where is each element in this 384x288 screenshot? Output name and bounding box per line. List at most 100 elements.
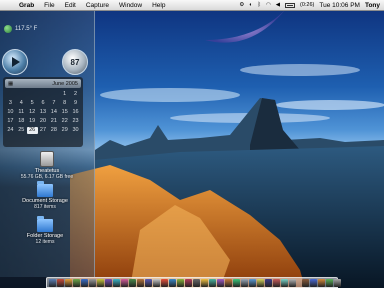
calendar-day[interactable]: 1 <box>59 91 70 98</box>
hard-drive-icon <box>40 151 54 167</box>
dock-app-icon[interactable] <box>326 278 333 287</box>
calendar-grid: 1 2 3 4 5 6 7 8 9 10 11 12 13 14 15 16 17 18 19 20 21 22 23 24 2… <box>5 91 81 134</box>
volume-icon[interactable]: ◀ <box>276 2 280 8</box>
dock-app-icon[interactable] <box>153 278 160 287</box>
dock-app-icon[interactable] <box>49 278 56 287</box>
dock-app-icon[interactable] <box>209 278 216 287</box>
dock-app-icon[interactable] <box>310 278 317 287</box>
dock-app-icon[interactable] <box>161 278 168 287</box>
dock-app-icon[interactable] <box>169 278 176 287</box>
dock-app-icon[interactable] <box>185 278 192 287</box>
calendar-day <box>48 91 59 98</box>
calendar-day[interactable]: 16 <box>70 109 81 116</box>
battery-time: (0:26) <box>299 2 315 8</box>
dock-app-icon[interactable] <box>233 278 240 287</box>
volume-detail: 817 items <box>34 204 56 210</box>
dock-app-icon[interactable] <box>137 278 144 287</box>
bluetooth-icon[interactable]: ᛒ <box>258 2 261 8</box>
calendar-day[interactable]: 29 <box>59 127 70 134</box>
calendar-day[interactable]: 22 <box>59 118 70 125</box>
dock-app-icon[interactable] <box>129 278 136 287</box>
gear-icon[interactable]: ⚙ <box>239 2 244 8</box>
dock <box>46 277 341 288</box>
calendar-icon: ▦ <box>8 80 14 87</box>
dock-app-icon[interactable] <box>145 278 152 287</box>
dock-app-icon[interactable] <box>97 278 104 287</box>
calendar-day <box>27 91 38 98</box>
dock-app-icon[interactable] <box>334 278 341 287</box>
menu-file[interactable]: File <box>39 2 59 9</box>
calendar-day[interactable]: 14 <box>48 109 59 116</box>
calendar-day[interactable]: 25 <box>16 127 27 134</box>
menu-grab[interactable]: Grab <box>14 2 39 9</box>
dock-app-icon[interactable] <box>225 278 232 287</box>
dock-app-icon[interactable] <box>257 278 264 287</box>
dock-app-icon[interactable] <box>113 278 120 287</box>
volume-detail: 55.76 GB, 6.17 GB free <box>20 174 74 180</box>
dock-app-icon[interactable] <box>318 278 325 287</box>
dock-app-icon[interactable] <box>105 278 112 287</box>
calendar-header: ▦ June 2005 <box>5 79 81 88</box>
itunes-play-widget[interactable] <box>2 49 28 75</box>
dock-app-icon[interactable] <box>265 278 272 287</box>
dock-app-icon[interactable] <box>217 278 224 287</box>
sync-icon[interactable]: ◐ <box>249 2 252 8</box>
dock-app-icon[interactable] <box>273 278 280 287</box>
calendar-day[interactable]: 15 <box>59 109 70 116</box>
calendar-day[interactable]: 11 <box>16 109 27 116</box>
calendar-day[interactable]: 2 <box>70 91 81 98</box>
calendar-widget[interactable]: ▦ June 2005 1 2 3 4 5 6 7 8 9 10 11 12 13 14 15 16 17 18 1… <box>3 77 83 147</box>
calendar-day[interactable]: 5 <box>27 100 38 107</box>
dock-app-icon[interactable] <box>241 278 248 287</box>
battery-icon[interactable] <box>284 2 295 8</box>
dock-app-icon[interactable] <box>289 278 296 287</box>
dock-app-icon[interactable] <box>281 278 288 287</box>
menu-capture[interactable]: Capture <box>81 2 114 9</box>
calendar-day[interactable]: 19 <box>27 118 38 125</box>
calendar-day[interactable]: 7 <box>48 100 59 107</box>
dock-app-icon[interactable] <box>57 278 64 287</box>
calendar-day[interactable]: 3 <box>5 100 16 107</box>
calendar-day[interactable]: 18 <box>16 118 27 125</box>
calendar-day <box>5 91 16 98</box>
calendar-day[interactable]: 23 <box>70 118 81 125</box>
calendar-day[interactable]: 24 <box>5 127 16 134</box>
dock-app-icon[interactable] <box>201 278 208 287</box>
wifi-icon[interactable]: ◠ <box>266 2 271 8</box>
calendar-day[interactable]: 12 <box>27 109 38 116</box>
calendar-day[interactable]: 20 <box>38 118 49 125</box>
calendar-day[interactable]: 26 <box>26 127 38 134</box>
volume-folder-storage[interactable]: Folder Storage 12 items <box>0 216 90 245</box>
calendar-day[interactable]: 21 <box>48 118 59 125</box>
gauge-widget[interactable]: 87 <box>62 49 88 75</box>
volume-theatetus[interactable]: Theatetus 55.76 GB, 6.17 GB free <box>2 151 92 180</box>
calendar-day[interactable]: 27 <box>38 127 49 134</box>
calendar-day[interactable]: 10 <box>5 109 16 116</box>
volume-document-storage[interactable]: Document Storage 817 items <box>0 181 90 210</box>
dock-app-icon[interactable] <box>177 278 184 287</box>
dock-app-icon[interactable] <box>89 278 96 287</box>
calendar-day[interactable]: 9 <box>70 100 81 107</box>
calendar-day[interactable]: 28 <box>48 127 59 134</box>
dock-app-icon[interactable] <box>121 278 128 287</box>
calendar-day[interactable]: 8 <box>59 100 70 107</box>
menu-window[interactable]: Window <box>114 2 147 9</box>
dock-app-icon[interactable] <box>65 278 72 287</box>
menu-clock[interactable]: Tue 10:06 PM <box>319 2 360 9</box>
gauge-value: 87 <box>70 57 80 67</box>
menu-edit[interactable]: Edit <box>60 2 81 9</box>
dock-app-icon[interactable] <box>302 278 309 287</box>
calendar-day[interactable]: 17 <box>5 118 16 125</box>
dock-app-icon[interactable] <box>193 278 200 287</box>
dock-app-icon[interactable] <box>249 278 256 287</box>
calendar-day[interactable]: 6 <box>38 100 49 107</box>
weather-widget[interactable]: 117.5° F <box>4 25 37 33</box>
dock-app-icon[interactable] <box>73 278 80 287</box>
dock-app-icon[interactable] <box>81 278 88 287</box>
menu-help[interactable]: Help <box>147 2 170 9</box>
calendar-day[interactable]: 13 <box>38 109 49 116</box>
user-menu[interactable]: Tony <box>365 2 380 9</box>
calendar-day[interactable]: 4 <box>16 100 27 107</box>
calendar-day[interactable]: 30 <box>70 127 81 134</box>
weather-temperature: 117.5° F <box>15 26 38 32</box>
